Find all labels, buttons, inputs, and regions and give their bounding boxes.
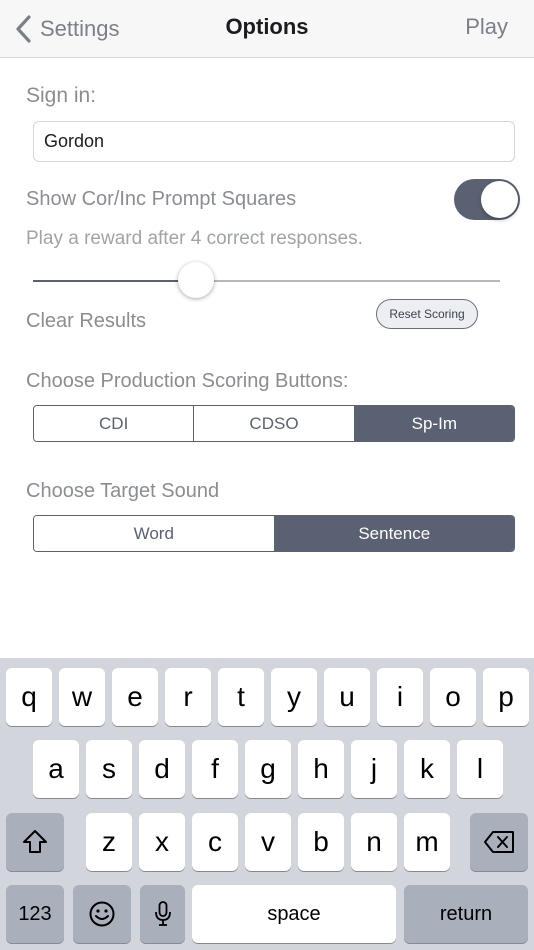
delete-key[interactable] — [470, 813, 528, 871]
key-h[interactable]: h — [298, 740, 344, 798]
key-l[interactable]: l — [457, 740, 503, 798]
production-scoring-segmented-control: CDI CDSO Sp-Im — [33, 405, 515, 442]
microphone-key[interactable] — [140, 885, 185, 943]
key-b[interactable]: b — [298, 813, 344, 871]
key-v[interactable]: v — [245, 813, 291, 871]
back-button[interactable]: Settings — [14, 14, 120, 44]
key-c[interactable]: c — [192, 813, 238, 871]
navigation-bar: Settings Options Play — [0, 0, 534, 58]
space-key[interactable]: space — [192, 885, 396, 943]
clear-results-label: Clear Results — [26, 310, 147, 332]
key-d[interactable]: d — [139, 740, 185, 798]
segment-word[interactable]: Word — [34, 516, 275, 551]
reward-description: Play a reward after 4 correct responses. — [26, 228, 363, 249]
emoji-key[interactable] — [73, 885, 131, 943]
key-r[interactable]: r — [165, 668, 211, 726]
shift-icon — [23, 830, 47, 853]
microphone-icon — [154, 901, 171, 926]
target-sound-label: Choose Target Sound — [26, 480, 220, 502]
emoji-icon — [89, 901, 115, 927]
key-j[interactable]: j — [351, 740, 397, 798]
return-key[interactable]: return — [404, 885, 528, 943]
key-x[interactable]: x — [139, 813, 185, 871]
key-f[interactable]: f — [192, 740, 238, 798]
play-button[interactable]: Play — [465, 14, 508, 40]
segment-cdi[interactable]: CDI — [34, 406, 195, 441]
key-s[interactable]: s — [86, 740, 132, 798]
key-g[interactable]: g — [245, 740, 291, 798]
numbers-key[interactable]: 123 — [6, 885, 64, 943]
key-z[interactable]: z — [86, 813, 132, 871]
key-p[interactable]: p — [483, 668, 529, 726]
key-n[interactable]: n — [351, 813, 397, 871]
target-sound-segmented-control: Word Sentence — [33, 515, 515, 552]
back-button-label: Settings — [40, 16, 120, 41]
reset-scoring-button[interactable]: Reset Scoring — [376, 299, 478, 329]
prompt-squares-label: Show Cor/Inc Prompt Squares — [26, 188, 297, 210]
key-w[interactable]: w — [59, 668, 105, 726]
production-scoring-label: Choose Production Scoring Buttons: — [26, 370, 349, 392]
key-k[interactable]: k — [404, 740, 450, 798]
slider-fill — [33, 280, 197, 282]
key-m[interactable]: m — [404, 813, 450, 871]
reward-slider[interactable] — [33, 262, 500, 300]
segment-sp-im[interactable]: Sp-Im — [354, 406, 514, 441]
segment-cdso[interactable]: CDSO — [194, 406, 355, 441]
key-y[interactable]: y — [271, 668, 317, 726]
sign-in-label: Sign in: — [26, 84, 97, 107]
segment-sentence[interactable]: Sentence — [274, 516, 514, 551]
key-a[interactable]: a — [33, 740, 79, 798]
key-i[interactable]: i — [377, 668, 423, 726]
prompt-squares-toggle[interactable] — [454, 179, 520, 220]
delete-icon — [484, 831, 514, 853]
key-q[interactable]: q — [6, 668, 52, 726]
slider-thumb[interactable] — [178, 262, 215, 298]
key-o[interactable]: o — [430, 668, 476, 726]
toggle-knob — [481, 181, 518, 218]
keyboard: q w e r t y u i o p a s d f g h j k l z … — [0, 658, 534, 950]
key-u[interactable]: u — [324, 668, 370, 726]
key-t[interactable]: t — [218, 668, 264, 726]
shift-key[interactable] — [6, 813, 64, 871]
key-e[interactable]: e — [112, 668, 158, 726]
sign-in-input[interactable] — [33, 121, 515, 162]
chevron-left-icon — [16, 15, 31, 43]
